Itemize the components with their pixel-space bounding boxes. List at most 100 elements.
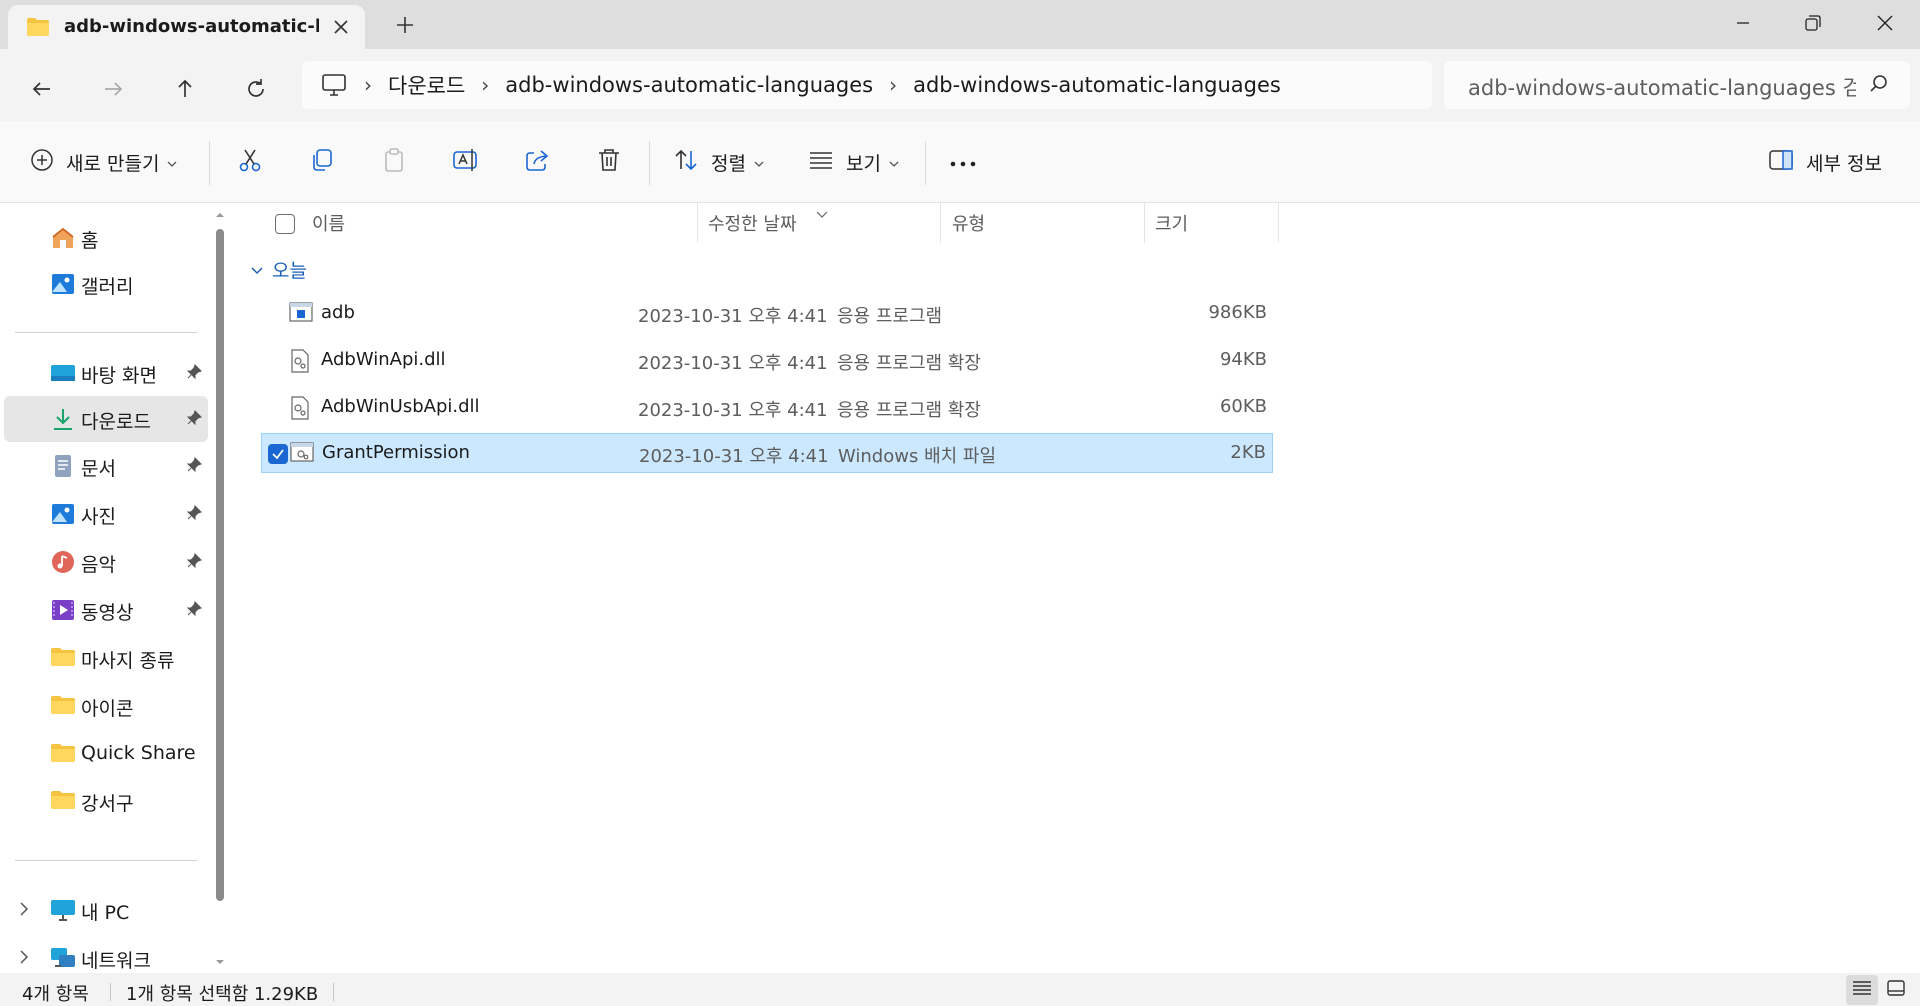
pin-icon[interactable] bbox=[186, 601, 202, 622]
scroll-up-icon[interactable] bbox=[213, 210, 227, 220]
up-arrow-icon[interactable] bbox=[165, 69, 205, 109]
pin-icon[interactable] bbox=[186, 505, 202, 526]
dll-file-icon bbox=[289, 349, 311, 378]
sidebar-item-documents[interactable]: 문서 bbox=[4, 443, 208, 489]
group-header-today[interactable]: 오늘 bbox=[250, 256, 307, 283]
folder-icon bbox=[50, 789, 76, 813]
column-header-label: 크기 bbox=[1155, 214, 1189, 235]
breadcrumb-item[interactable]: adb-windows-automatic-languages bbox=[505, 73, 873, 97]
sidebar-item-folder[interactable]: Quick Share bbox=[4, 731, 208, 777]
file-name[interactable]: GrantPermission bbox=[322, 442, 470, 463]
chevron-right-icon[interactable] bbox=[18, 949, 30, 970]
tiles-view-button[interactable] bbox=[1880, 975, 1912, 1005]
sidebar-item-pictures[interactable]: 사진 bbox=[4, 491, 208, 537]
breadcrumb-item[interactable]: adb-windows-automatic-languages bbox=[913, 73, 1281, 97]
chevron-right-icon[interactable] bbox=[18, 901, 30, 922]
new-tab-plus-icon[interactable] bbox=[392, 12, 418, 38]
chevron-down-icon bbox=[889, 152, 899, 173]
item-count: 4개 항목 bbox=[22, 984, 89, 1005]
scroll-down-icon[interactable] bbox=[213, 957, 227, 967]
scrollbar-thumb[interactable] bbox=[216, 229, 224, 901]
paste-button[interactable] bbox=[381, 121, 407, 203]
details-pane-button[interactable]: 세부 정보 bbox=[1768, 121, 1882, 203]
rename-button[interactable] bbox=[452, 121, 480, 203]
file-type: 응용 프로그램 확장 bbox=[837, 400, 981, 421]
pictures-icon bbox=[50, 502, 76, 526]
search-icon[interactable] bbox=[1868, 73, 1890, 100]
sidebar-item-desktop[interactable]: 바탕 화면 bbox=[4, 350, 208, 396]
this-pc-icon[interactable] bbox=[320, 71, 348, 99]
title-bar: adb-windows-automatic-languages bbox=[0, 0, 1920, 49]
refresh-icon[interactable] bbox=[236, 69, 276, 109]
sidebar-item-folder[interactable]: 마사지 종류 bbox=[4, 635, 208, 681]
search-box[interactable]: adb-windows-automatic-languages 검색 bbox=[1444, 61, 1910, 109]
table-row[interactable]: AdbWinApi.dll 2023-10-31 오후 4:41 응용 프로그램… bbox=[261, 341, 1273, 381]
search-input[interactable]: adb-windows-automatic-languages 검색 bbox=[1468, 72, 1856, 102]
copy-icon bbox=[309, 147, 335, 178]
pin-icon[interactable] bbox=[186, 553, 202, 574]
column-divider[interactable] bbox=[940, 203, 941, 243]
column-divider[interactable] bbox=[697, 203, 698, 243]
copy-button[interactable] bbox=[309, 121, 335, 203]
sidebar-item-folder[interactable]: 아이콘 bbox=[4, 683, 208, 729]
details-view-button[interactable] bbox=[1846, 975, 1878, 1005]
breadcrumb-item[interactable]: 다운로드 bbox=[388, 70, 465, 100]
forward-arrow-icon[interactable] bbox=[93, 69, 133, 109]
view-button[interactable]: 보기 bbox=[808, 121, 899, 203]
table-row[interactable]: adb 2023-10-31 오후 4:41 응용 프로그램 986KB bbox=[261, 294, 1273, 334]
sidebar-item-home[interactable]: 홈 bbox=[4, 215, 208, 261]
row-checkbox-checked[interactable] bbox=[268, 444, 288, 464]
file-name[interactable]: AdbWinUsbApi.dll bbox=[321, 396, 480, 417]
close-tab-icon[interactable] bbox=[330, 16, 352, 38]
new-button[interactable]: 새로 만들기 bbox=[30, 121, 177, 203]
pin-icon[interactable] bbox=[186, 410, 202, 431]
address-bar[interactable]: › 다운로드 › adb-windows-automatic-languages… bbox=[302, 61, 1432, 109]
sidebar-item-downloads[interactable]: 다운로드 bbox=[4, 396, 208, 442]
table-row[interactable]: AdbWinUsbApi.dll 2023-10-31 오후 4:41 응용 프… bbox=[261, 388, 1273, 428]
delete-button[interactable] bbox=[596, 121, 622, 203]
sort-button[interactable]: 정렬 bbox=[673, 121, 764, 203]
file-size: 94KB bbox=[1219, 349, 1267, 370]
document-icon bbox=[50, 454, 76, 478]
sidebar-item-gallery[interactable]: 갤러리 bbox=[4, 261, 208, 307]
back-arrow-icon[interactable] bbox=[22, 69, 62, 109]
sidebar-item-folder[interactable]: 강서구 bbox=[4, 778, 208, 824]
divider bbox=[649, 141, 650, 185]
maximize-icon[interactable] bbox=[1778, 0, 1848, 45]
sidebar-item-label: 다운로드 bbox=[81, 411, 151, 433]
close-window-icon[interactable] bbox=[1850, 0, 1920, 45]
sidebar-item-music[interactable]: 음악 bbox=[4, 539, 208, 585]
sidebar-item-label: 동영상 bbox=[81, 602, 134, 624]
column-header-size[interactable]: 크기 bbox=[1155, 203, 1188, 243]
column-header-modified[interactable]: 수정한 날짜 bbox=[708, 203, 797, 243]
column-divider[interactable] bbox=[1278, 203, 1279, 243]
divider bbox=[925, 141, 926, 185]
sidebar-item-label: Quick Share bbox=[81, 742, 196, 764]
sidebar-scrollbar[interactable] bbox=[213, 207, 227, 969]
pin-icon[interactable] bbox=[186, 457, 202, 478]
sidebar-item-label: 갤러리 bbox=[81, 276, 134, 298]
cut-button[interactable] bbox=[237, 121, 263, 203]
chevron-right-icon[interactable]: › bbox=[481, 73, 489, 97]
file-name[interactable]: adb bbox=[321, 302, 355, 323]
column-header-type[interactable]: 유형 bbox=[952, 203, 985, 243]
status-bar: 4개 항목 1개 항목 선택함 1.29KB bbox=[0, 973, 1920, 1006]
more-icon bbox=[950, 152, 976, 173]
column-divider[interactable] bbox=[1144, 203, 1145, 243]
sidebar-item-videos[interactable]: 동영상 bbox=[4, 587, 208, 633]
minimize-icon[interactable] bbox=[1708, 0, 1778, 45]
share-button[interactable] bbox=[524, 121, 550, 203]
chevron-right-icon[interactable]: › bbox=[364, 73, 372, 97]
view-label: 보기 bbox=[846, 152, 881, 175]
chevron-right-icon[interactable]: › bbox=[889, 73, 897, 97]
navigation-bar: › 다운로드 › adb-windows-automatic-languages… bbox=[0, 49, 1920, 121]
pin-icon[interactable] bbox=[186, 364, 202, 385]
tab-current-folder[interactable]: adb-windows-automatic-languages bbox=[8, 5, 365, 49]
select-all-checkbox[interactable] bbox=[275, 214, 295, 234]
file-name[interactable]: AdbWinApi.dll bbox=[321, 349, 446, 370]
table-row-selected[interactable]: GrantPermission 2023-10-31 오후 4:41 Windo… bbox=[261, 433, 1273, 473]
sidebar-item-this-pc[interactable]: 내 PC bbox=[4, 887, 208, 933]
column-header-name[interactable]: 이름 bbox=[312, 203, 345, 243]
more-options-button[interactable] bbox=[950, 121, 976, 203]
sort-icon bbox=[673, 147, 699, 178]
